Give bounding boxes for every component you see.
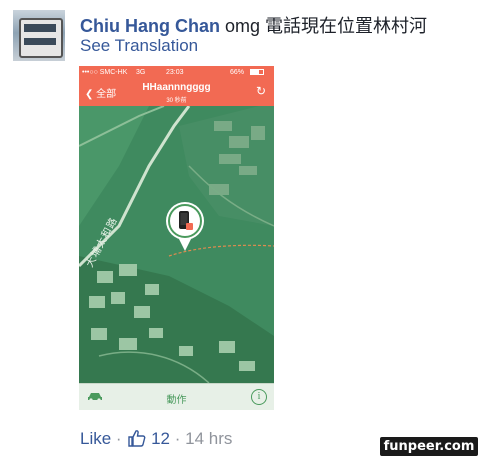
last-updated: 30 秒前 <box>166 98 187 104</box>
comment-actions: Like · 12 · 14 hrs <box>80 429 232 449</box>
attached-screenshot[interactable]: •••○○ SMC-HK 3G 23:03 66% ❮ 全部 HHaannngg… <box>79 66 274 410</box>
separator: · <box>174 429 181 448</box>
location-pin-icon[interactable] <box>165 201 205 253</box>
battery-icon <box>250 69 264 75</box>
watermark-label: funpeer.com <box>380 437 478 456</box>
timestamp[interactable]: 14 hrs <box>185 429 232 448</box>
avatar[interactable] <box>13 10 65 61</box>
bus-photo <box>19 18 63 58</box>
phone-toolbar: 動作 i <box>79 383 274 410</box>
phone-nav-bar: ❮ 全部 HHaannngggg 30 秒前 ↻ <box>79 79 274 106</box>
like-count[interactable]: 12 <box>151 429 170 448</box>
author-name[interactable]: Chiu Hang Chan <box>80 16 220 36</box>
carrier-label: •••○○ SMC-HK <box>82 69 128 76</box>
actions-button[interactable]: 動作 <box>79 391 274 406</box>
phone-status-bar: •••○○ SMC-HK 3G 23:03 66% <box>79 66 274 79</box>
refresh-icon[interactable]: ↻ <box>256 84 266 98</box>
map-view[interactable]: 大埔太和路 <box>79 105 274 384</box>
battery-label: 66% <box>230 69 245 76</box>
comment-header: Chiu Hang Chan omg 電話現在位置林村河 <box>80 12 427 38</box>
see-translation-link[interactable]: See Translation <box>80 36 198 56</box>
like-button[interactable]: Like <box>80 429 111 448</box>
network-label: 3G <box>136 69 146 76</box>
clock-label: 23:03 <box>166 69 184 76</box>
comment-text: omg 電話現在位置林村河 <box>225 16 428 36</box>
device-name: HHaannngggg <box>142 82 211 93</box>
thumbs-up-icon[interactable] <box>128 429 146 447</box>
info-icon[interactable]: i <box>251 389 267 405</box>
separator: · <box>115 429 122 448</box>
